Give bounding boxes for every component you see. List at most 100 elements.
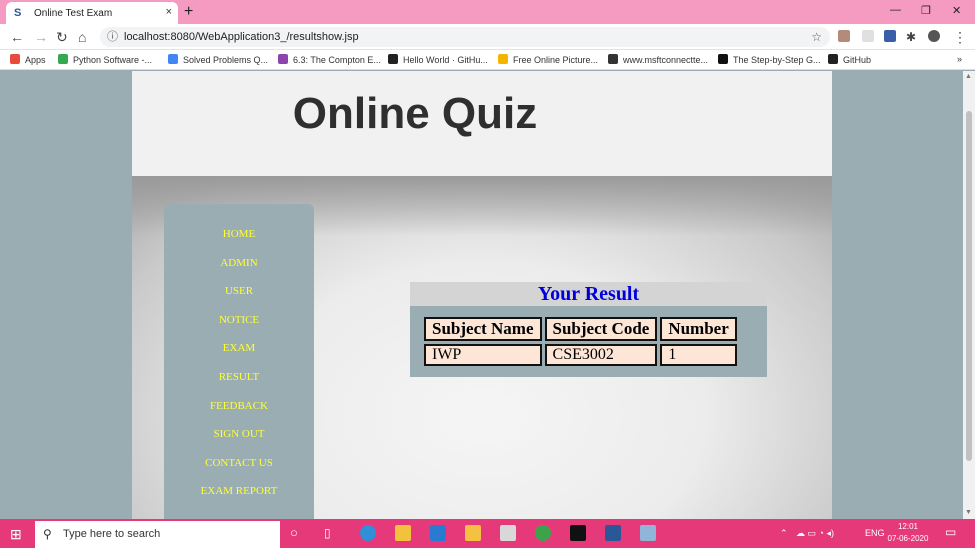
bookmark-icon <box>498 54 508 64</box>
bookmark-label: Apps <box>25 55 46 65</box>
close-window-button[interactable]: ✕ <box>952 4 961 17</box>
bookmark-item[interactable]: Solved Problems Q... <box>168 54 268 65</box>
windows-taskbar: ⊞ ⚲ Type here to search ○ ▯ ⌃ ☁ ▭ ◔ ◂) E… <box>0 519 975 548</box>
column-header: Subject Name <box>424 317 542 341</box>
vertical-scrollbar[interactable]: ▲ ▼ <box>963 71 975 519</box>
scroll-down-icon[interactable]: ▼ <box>965 509 972 516</box>
bookmark-icon <box>58 54 68 64</box>
mail-icon[interactable] <box>430 525 446 541</box>
virtualbox-icon[interactable] <box>640 525 656 541</box>
browser-toolbar: ← → ↻ ⌂ ⓘ localhost:8080/WebApplication3… <box>0 24 975 50</box>
minimize-button[interactable]: — <box>890 4 901 16</box>
nav-link-feedback[interactable]: FEEDBACK <box>164 400 314 412</box>
nav-link-notice[interactable]: NOTICE <box>164 314 314 326</box>
column-header: Subject Code <box>544 317 658 341</box>
cortana-icon[interactable]: ○ <box>290 525 306 541</box>
bookmark-label: GitHub <box>843 55 872 65</box>
page-title: Online Quiz <box>292 89 538 138</box>
task-view-icon[interactable]: ▯ <box>324 525 340 541</box>
tray-up-icon[interactable]: ⌃ <box>780 528 788 539</box>
nav-link-admin[interactable]: ADMIN <box>164 257 314 269</box>
language-indicator[interactable]: ENG <box>865 528 885 538</box>
bookmarks-bar: » Apps Python Software -... Solved Problem… <box>0 50 975 70</box>
address-bar[interactable]: ⓘ localhost:8080/WebApplication3_/result… <box>100 27 830 47</box>
avatar[interactable] <box>928 30 940 42</box>
scrollbar-thumb[interactable] <box>966 111 972 461</box>
new-tab-button[interactable]: + <box>184 3 193 21</box>
nav-link-user[interactable]: USER <box>164 285 314 297</box>
bookmark-item[interactable]: Hello World · GitHu... <box>388 54 488 65</box>
bookmark-item[interactable]: The Step-by-Step G... <box>718 54 821 65</box>
bookmark-item[interactable]: Apps <box>10 54 46 65</box>
nav-link-contact-us[interactable]: CONTACT US <box>164 457 314 469</box>
windows-start-icon[interactable]: ⊞ <box>10 526 22 543</box>
bookmark-icon <box>10 54 20 64</box>
bookmark-icon <box>168 54 178 64</box>
site-favicon-icon: S <box>14 7 22 19</box>
extension-icon[interactable] <box>838 30 850 42</box>
bookmark-star-icon[interactable]: ☆ <box>811 27 822 47</box>
result-table: Subject Name Subject Code Number IWP CSE300… <box>421 314 740 369</box>
forward-arrow-icon[interactable]: → <box>34 28 48 46</box>
browser-tab[interactable]: S Online Test Exam × <box>6 2 178 24</box>
file-explorer-icon[interactable] <box>465 525 481 541</box>
table-cell: 1 <box>660 344 737 366</box>
bookmark-item[interactable]: www.msftconnectte... <box>608 54 708 65</box>
clock-time: 12:01 <box>897 522 919 531</box>
tab-title: Online Test Exam <box>34 7 113 19</box>
store-icon[interactable] <box>395 525 411 541</box>
table-row: IWP CSE3002 1 <box>424 344 737 366</box>
clock[interactable]: 12:01 07-06-2020 <box>886 521 930 545</box>
nav-link-sign-out[interactable]: SIGN OUT <box>164 428 314 440</box>
nav-link-home[interactable]: HOME <box>164 228 314 240</box>
reload-icon[interactable]: ↻ <box>56 28 68 46</box>
nav-link-exam-report[interactable]: EXAM REPORT <box>164 485 314 497</box>
side-navigation: HOME ADMIN USER NOTICE EXAM RESULT FEEDBACK SIG… <box>164 204 314 519</box>
bookmark-item[interactable]: GitHub <box>828 54 871 65</box>
word-icon[interactable] <box>605 525 621 541</box>
home-icon[interactable]: ⌂ <box>78 28 86 46</box>
tab-close-icon[interactable]: × <box>166 6 172 18</box>
bookmark-item[interactable]: 6.3: The Compton E... <box>278 54 381 65</box>
puzzle-icon[interactable]: ✱ <box>906 28 916 46</box>
edge-icon[interactable] <box>360 525 376 541</box>
column-header: Number <box>660 317 737 341</box>
extension-icon[interactable] <box>862 30 874 42</box>
result-heading: Your Result <box>410 282 767 306</box>
bookmarks-more-icon[interactable]: » <box>957 54 962 64</box>
back-arrow-icon[interactable]: ← <box>10 28 24 46</box>
chrome-icon[interactable] <box>535 525 551 541</box>
search-placeholder: Type here to search <box>63 528 161 540</box>
bookmark-item[interactable]: Python Software -... <box>58 54 152 65</box>
scroll-up-icon[interactable]: ▲ <box>965 73 972 80</box>
browser-tab-strip: S Online Test Exam × + — ❐ ✕ <box>0 0 975 24</box>
bookmark-icon <box>828 54 838 64</box>
netflix-icon[interactable] <box>570 525 586 541</box>
bookmark-icon <box>718 54 728 64</box>
result-panel: Your Result Subject Name Subject Code Numb… <box>410 282 767 377</box>
nav-link-exam[interactable]: EXAM <box>164 342 314 354</box>
info-icon[interactable]: ⓘ <box>107 27 118 47</box>
notification-icon[interactable]: ▭ <box>945 525 956 539</box>
page-viewport: HOME ADMIN USER NOTICE EXAM RESULT FEEDBACK SIG… <box>0 71 963 519</box>
bookmark-item[interactable]: Free Online Picture... <box>498 54 598 65</box>
table-cell: IWP <box>424 344 542 366</box>
tray-icons[interactable]: ☁ ▭ ◔ ◂) <box>796 528 834 539</box>
menu-icon[interactable]: ⋮ <box>953 28 967 46</box>
bookmark-label: The Step-by-Step G... <box>733 55 821 65</box>
app-icon[interactable] <box>500 525 516 541</box>
bookmark-label: 6.3: The Compton E... <box>293 55 381 65</box>
taskbar-search-input[interactable]: ⚲ Type here to search <box>35 521 280 548</box>
restore-button[interactable]: ❐ <box>921 4 931 17</box>
clock-date: 07-06-2020 <box>887 534 929 543</box>
extension-icon[interactable] <box>884 30 896 42</box>
bookmark-label: Hello World · GitHu... <box>403 55 488 65</box>
url-text: localhost:8080/WebApplication3_/resultsh… <box>124 31 359 43</box>
bookmark-label: Solved Problems Q... <box>183 55 269 65</box>
bookmark-label: Python Software -... <box>73 55 153 65</box>
bookmark-icon <box>278 54 288 64</box>
nav-link-result[interactable]: RESULT <box>164 371 314 383</box>
bookmark-label: www.msftconnectte... <box>623 55 709 65</box>
table-header-row: Subject Name Subject Code Number <box>424 317 737 341</box>
search-icon: ⚲ <box>43 527 52 541</box>
